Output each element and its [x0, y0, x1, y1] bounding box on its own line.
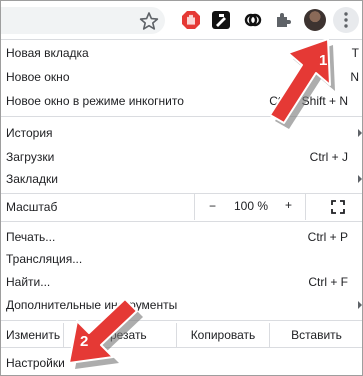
puzzle-extensions-icon[interactable]: [273, 10, 293, 30]
menu-item-print[interactable]: Печать... Ctrl + P: [1, 225, 362, 249]
annotation-step-1: 1: [319, 52, 327, 69]
menu-item-label: Загрузки: [6, 150, 55, 164]
menu-item-label: Настройки: [6, 356, 65, 370]
menu-item-label: История: [6, 126, 53, 140]
annotation-arrow-1: 1: [269, 38, 335, 129]
zoom-out-button[interactable]: −: [209, 199, 216, 213]
menu-item-shortcut: Ctrl + J: [309, 150, 348, 164]
menu-item-more-tools[interactable]: Дополнительные инструменты: [1, 293, 362, 317]
fullscreen-icon[interactable]: [331, 200, 345, 214]
copy-label: Копировать: [190, 328, 256, 342]
copy-button[interactable]: Копировать: [176, 323, 269, 347]
submenu-arrow-icon: [358, 175, 362, 183]
menu-item-label: Закладки: [6, 172, 58, 186]
adblock-extension-icon[interactable]: [181, 10, 201, 30]
submenu-arrow-icon: [358, 301, 362, 309]
menu-item-edit: Изменить Вырезать Копировать Вставить: [1, 323, 362, 347]
browser-window: Новая вкладка T Новое окно N Новое окно …: [0, 0, 363, 376]
zoom-value: 100 %: [234, 199, 269, 213]
menu-kebab-icon: [344, 12, 348, 28]
zoom-controls: − 100 % +: [194, 194, 305, 220]
annotation-step-2: 2: [80, 333, 88, 350]
edit-label: Изменить: [6, 328, 61, 342]
zoom-label: Масштаб: [6, 200, 58, 214]
menu-item-find[interactable]: Найти... Ctrl + F: [1, 270, 362, 294]
paste-label: Вставить: [291, 328, 342, 342]
menu-item-label: Найти...: [6, 275, 51, 289]
menu-divider: [1, 221, 362, 222]
sync-extension-icon[interactable]: [243, 10, 263, 30]
menu-item-settings[interactable]: Настройки: [1, 351, 362, 375]
menu-item-downloads[interactable]: Загрузки Ctrl + J: [1, 145, 362, 169]
star-icon[interactable]: [139, 11, 159, 31]
menu-item-label: Печать...: [6, 230, 56, 244]
annotation-arrow-2: 2: [68, 298, 143, 369]
menu-divider: [1, 347, 362, 348]
menu-item-label: Трансляция...: [6, 252, 83, 266]
avatar[interactable]: [304, 9, 326, 31]
menu-item-bookmarks[interactable]: Закладки: [1, 167, 362, 191]
menu-item-shortcut: Ctrl + F: [308, 275, 348, 289]
menu-item-label: Новая вкладка: [6, 46, 89, 60]
menu-item-shortcut: Ctrl + P: [307, 230, 348, 244]
menu-divider: [1, 320, 362, 321]
submenu-arrow-icon: [358, 129, 362, 137]
zoom-in-button[interactable]: +: [285, 198, 292, 212]
paste-button[interactable]: Вставить: [269, 323, 362, 347]
menu-item-label: Новое окно: [6, 70, 70, 84]
menu-item-cast[interactable]: Трансляция...: [1, 247, 362, 271]
menu-kebab-button[interactable]: [333, 7, 359, 33]
menu-item-label: Новое окно в режиме инкогнито: [6, 94, 184, 108]
pen-extension-icon[interactable]: [211, 10, 231, 30]
